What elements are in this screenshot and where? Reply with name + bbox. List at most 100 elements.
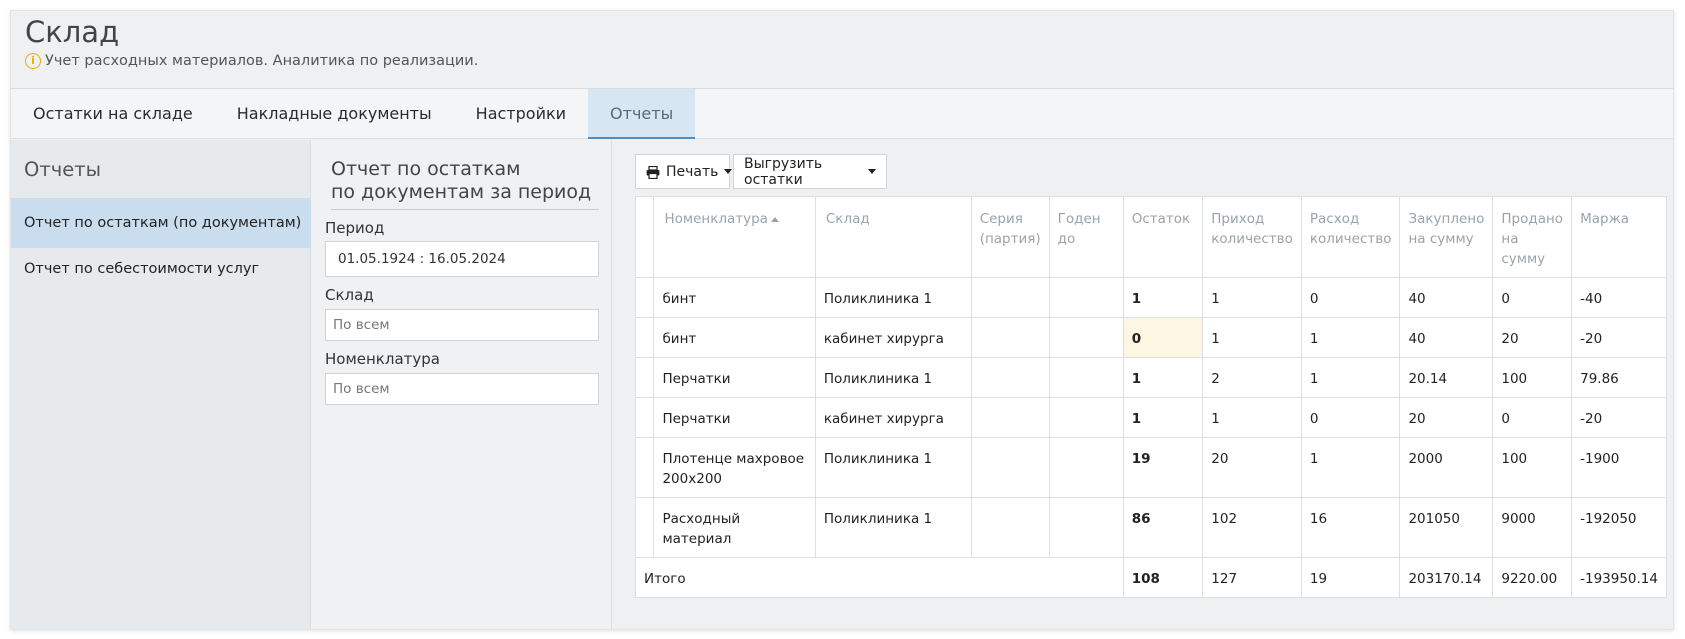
tab-settings[interactable]: Настройки [454,89,588,139]
page-title: Склад [25,15,120,49]
total-sold: 9220.00 [1492,557,1573,598]
tab-invoices[interactable]: Накладные документы [215,89,454,139]
page-subtitle: i Учет расходных материалов. Аналитика п… [25,53,478,69]
cell-expiry [1048,277,1124,318]
cell-rest: 86 [1122,497,1204,558]
cell-series [970,317,1050,358]
cell-warehouse: кабинет хирурга [814,317,972,358]
col-header-purchased[interactable]: Закуплено на сумму [1399,196,1494,278]
cell-nomenclature: Расходный материал [653,497,816,558]
cell-nomenclature: бинт [653,277,816,318]
table-row: бинт кабинет хирурга 0 1 1 40 20 -20 [634,317,1667,358]
sidebar-item-cost-report[interactable]: Отчет по себестоимости услуг [11,244,311,294]
cell-expiry [1048,497,1124,558]
row-marker [634,317,655,358]
table-row: Плотенце махровое 200х200 Поликлиника 1 … [634,437,1667,498]
cell-expiry [1048,357,1124,398]
sort-asc-icon [770,216,779,222]
cell-rest: 0 [1122,317,1204,358]
cell-margin: -20 [1571,317,1667,358]
export-button-label: Выгрузить остатки [744,155,823,188]
main-tabs: Остатки на складе Накладные документы На… [11,89,1673,139]
warehouse-select[interactable]: По всем [325,309,599,341]
period-field[interactable]: 01.05.1924 : 16.05.2024 [325,241,599,277]
col-header-warehouse[interactable]: Склад [814,196,972,278]
col-header-blank [634,196,655,278]
col-header-sold[interactable]: Продано на сумму [1492,196,1573,278]
stock-report-table: Номенклатура Склад Серия (партия) Годен … [634,196,1667,598]
sidebar-title: Отчеты [24,158,101,181]
cell-series [970,357,1050,398]
chevron-down-icon [724,169,733,174]
row-marker [634,397,655,438]
cell-income: 20 [1202,437,1302,498]
cell-income: 1 [1202,277,1302,318]
cell-expense: 0 [1300,397,1401,438]
col-header-expense[interactable]: Расход количество [1300,196,1401,278]
chevron-down-icon [868,169,876,174]
col-header-nomenclature-label: Номенклатура [664,211,768,227]
subtitle-text: Учет расходных материалов. Аналитика по … [45,53,479,69]
print-button-label: Печать [666,163,719,180]
col-header-income[interactable]: Приход количество [1202,196,1302,278]
col-header-series[interactable]: Серия (партия) [970,196,1050,278]
cell-purchased: 2000 [1399,437,1494,498]
table-total-row: Итого 108 127 19 203170.14 9220.00 -1939… [635,557,1667,598]
print-button[interactable]: Печать [635,154,733,189]
warehouse-label: Склад [325,286,374,304]
tab-reports[interactable]: Отчеты [588,89,696,139]
sidebar-item-stock-report[interactable]: Отчет по остаткам (по документам) [11,198,311,248]
total-expense: 19 [1300,557,1401,598]
total-label: Итого [635,557,1124,598]
report-content: Печать Выгрузить остатки Номенклатура Ск… [623,140,1673,629]
cell-income: 2 [1202,357,1302,398]
col-header-expiry[interactable]: Годен до [1048,196,1124,278]
total-purchased: 203170.14 [1399,557,1494,598]
cell-nomenclature: бинт [653,317,816,358]
table-row: Расходный материал Поликлиника 1 86 102 … [634,497,1667,558]
table-row: Перчатки кабинет хирурга 1 1 0 20 0 -20 [634,397,1667,438]
cell-expiry [1048,397,1124,438]
cell-sold: 20 [1492,317,1573,358]
cell-warehouse: кабинет хирурга [814,397,972,438]
cell-sold: 9000 [1492,497,1573,558]
cell-margin: -20 [1571,397,1667,438]
cell-warehouse: Поликлиника 1 [814,277,972,318]
cell-expense: 1 [1300,357,1401,398]
cell-warehouse: Поликлиника 1 [814,357,972,398]
total-rest: 108 [1122,557,1204,598]
cell-nomenclature: Перчатки [653,357,816,398]
col-header-margin[interactable]: Маржа [1571,196,1667,278]
export-stock-button[interactable]: Выгрузить остатки [733,154,887,189]
reports-sidebar: Отчеты Отчет по остаткам (по документам)… [11,140,311,629]
cell-purchased: 20.14 [1399,357,1494,398]
report-title: Отчет по остаткам по документам за перио… [331,158,599,210]
table-row: Перчатки Поликлиника 1 1 2 1 20.14 100 7… [634,357,1667,398]
cell-purchased: 201050 [1399,497,1494,558]
cell-sold: 0 [1492,397,1573,438]
cell-margin: -1900 [1571,437,1667,498]
cell-income: 102 [1202,497,1302,558]
col-header-rest[interactable]: Остаток [1122,196,1204,278]
tab-stock[interactable]: Остатки на складе [11,89,215,139]
nomenclature-select[interactable]: По всем [325,373,599,405]
col-header-nomenclature[interactable]: Номенклатура [653,196,816,278]
cell-series [970,277,1050,318]
row-marker [634,437,655,498]
cell-expiry [1048,437,1124,498]
cell-expiry [1048,317,1124,358]
cell-warehouse: Поликлиника 1 [814,437,972,498]
cell-expense: 1 [1300,317,1401,358]
page-header: Склад i Учет расходных материалов. Анали… [11,11,1673,89]
cell-nomenclature: Перчатки [653,397,816,438]
cell-expense: 1 [1300,437,1401,498]
cell-series [970,437,1050,498]
printer-icon [646,165,660,179]
row-marker [634,357,655,398]
cell-rest: 1 [1122,277,1204,318]
cell-nomenclature: Плотенце махровое 200х200 [653,437,816,498]
table-row: бинт Поликлиника 1 1 1 0 40 0 -40 [634,277,1667,318]
cell-series [970,497,1050,558]
nomenclature-label: Номенклатура [325,350,440,368]
cell-expense: 0 [1300,277,1401,318]
